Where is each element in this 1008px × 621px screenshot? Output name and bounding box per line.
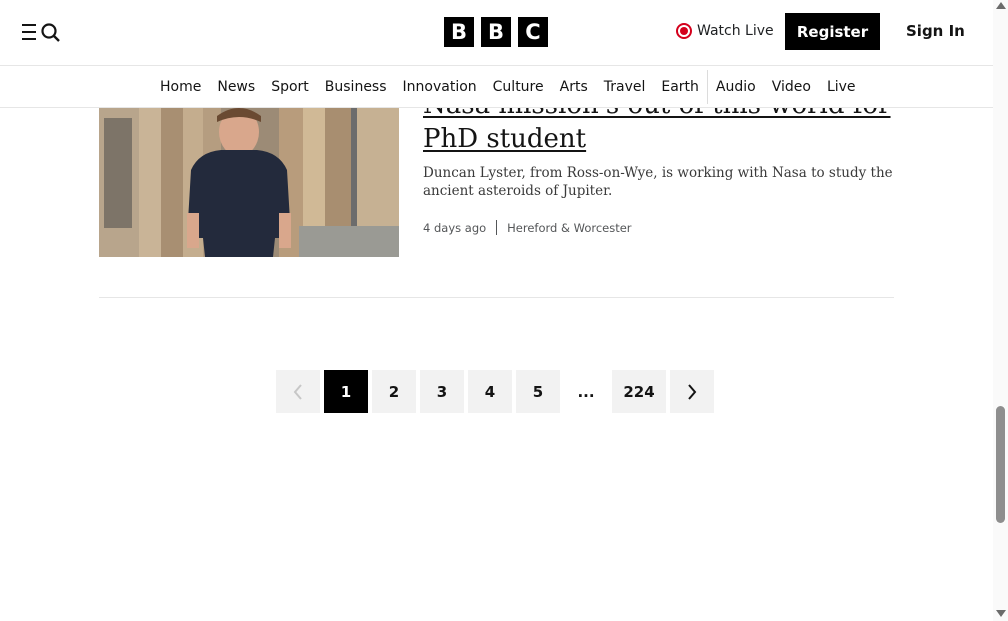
page-button-2[interactable]: 2 <box>372 370 416 413</box>
menu-search-button[interactable] <box>22 20 62 44</box>
register-button[interactable]: Register <box>785 13 880 50</box>
sign-in-link[interactable]: Sign In <box>906 22 965 40</box>
pagination-ellipsis: ... <box>577 382 595 401</box>
menu-search-icon <box>22 23 60 42</box>
nav-item-sport[interactable]: Sport <box>263 66 317 108</box>
article-summary: Duncan Lyster, from Ross-on-Wye, is work… <box>423 165 893 199</box>
chevron-right-icon <box>688 383 697 400</box>
logo-letter: C <box>518 17 548 47</box>
prev-page-button[interactable] <box>276 370 320 413</box>
nav-item-live[interactable]: Live <box>819 66 864 108</box>
top-header: B B C Watch Live Register Sign In <box>0 0 993 66</box>
article-thumbnail[interactable] <box>99 108 399 257</box>
page-scrollbar[interactable] <box>993 0 1008 621</box>
watch-live-link[interactable]: Watch Live <box>676 23 774 39</box>
main-navigation: Home News Sport Business Innovation Cult… <box>0 66 993 108</box>
article-card[interactable]: Nasa mission's out of this world for PhD… <box>99 90 894 298</box>
article-time: 4 days ago <box>423 220 487 235</box>
headline-line-2: PhD student <box>423 124 587 154</box>
nav-item-travel[interactable]: Travel <box>596 66 654 108</box>
meta-separator <box>496 220 498 235</box>
next-page-button[interactable] <box>670 370 714 413</box>
nav-item-home[interactable]: Home <box>152 66 209 108</box>
pagination: 1 2 3 4 5 ... 224 <box>276 370 714 413</box>
nav-item-culture[interactable]: Culture <box>485 66 552 108</box>
nav-item-business[interactable]: Business <box>317 66 395 108</box>
nav-item-earth[interactable]: Earth <box>653 66 707 108</box>
nav-item-innovation[interactable]: Innovation <box>395 66 485 108</box>
article-photo <box>99 108 399 257</box>
nav-item-arts[interactable]: Arts <box>552 66 596 108</box>
scrollbar-thumb[interactable] <box>996 406 1005 523</box>
page-button-last[interactable]: 224 <box>612 370 666 413</box>
scroll-up-icon[interactable] <box>996 2 1006 9</box>
logo-letter: B <box>444 17 474 47</box>
nav-item-news[interactable]: News <box>209 66 263 108</box>
watch-live-label: Watch Live <box>697 23 774 39</box>
page-button-3[interactable]: 3 <box>420 370 464 413</box>
bbc-logo[interactable]: B B C <box>444 17 548 47</box>
page-button-1[interactable]: 1 <box>324 370 368 413</box>
nav-item-video[interactable]: Video <box>764 66 819 108</box>
page-button-5[interactable]: 5 <box>516 370 560 413</box>
chevron-left-icon <box>293 383 302 400</box>
article-meta: 4 days ago Hereford & Worcester <box>423 220 632 235</box>
live-dot-icon <box>676 23 692 39</box>
logo-letter: B <box>481 17 511 47</box>
article-topic: Hereford & Worcester <box>507 220 632 235</box>
section-divider <box>99 297 894 298</box>
page-button-4[interactable]: 4 <box>468 370 512 413</box>
nav-item-audio[interactable]: Audio <box>708 66 764 108</box>
scroll-down-icon[interactable] <box>996 610 1006 617</box>
